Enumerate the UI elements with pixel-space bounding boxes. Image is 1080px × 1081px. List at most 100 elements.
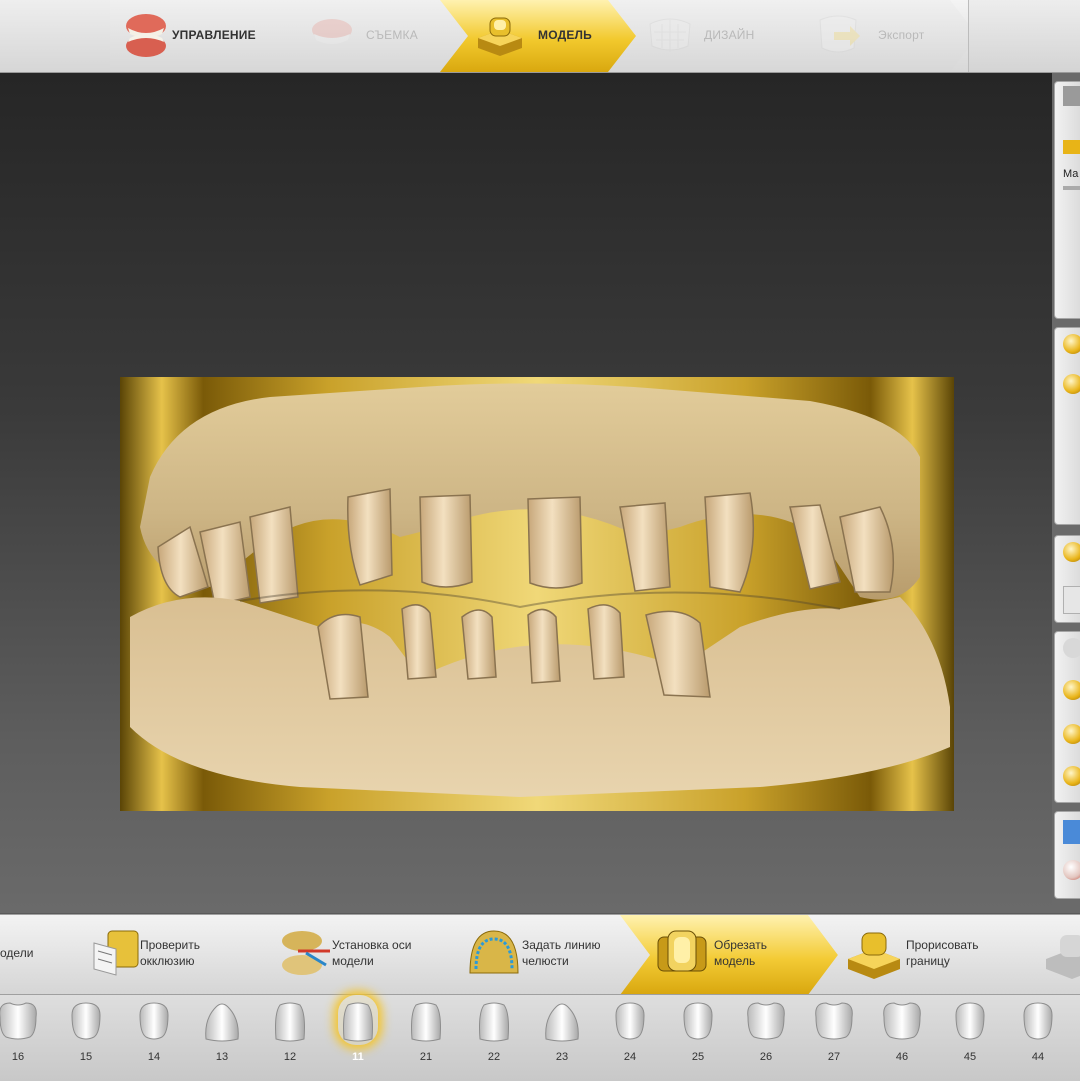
tool-jaw-line[interactable]: Задать линию челюсти: [430, 915, 652, 995]
tooth-icon: [479, 1002, 509, 1042]
tooth-selection-strip: 16 15 14 13 12 11 21 22 23 24 25 26 27 46 45 44: [0, 994, 1080, 1081]
tools-panel-4: [1054, 811, 1080, 899]
panel-label: Ма: [1063, 168, 1079, 180]
wrench-icon[interactable]: [1063, 334, 1080, 354]
cube-view-icon[interactable]: [1063, 86, 1080, 106]
check-occlusion-icon: [86, 925, 146, 983]
tools-panel-3: [1054, 631, 1080, 803]
tooth-number: 21: [419, 1051, 433, 1063]
tooth-icon: [883, 1002, 921, 1040]
slider-track[interactable]: [1063, 186, 1080, 190]
workflow-step-label: Экспорт: [878, 28, 925, 42]
jaw-line-icon: [464, 925, 524, 983]
workflow-bar: УПРАВЛЕНИЕ СЪЕМКА МОДЕЛЬ ДИЗАЙН Экспорт: [0, 0, 1080, 73]
tooth-icon: [815, 1002, 853, 1040]
tooth-21[interactable]: 21: [392, 995, 460, 1081]
tooth-number: 12: [283, 1051, 297, 1063]
workflow-step-label: СЪЕМКА: [366, 28, 418, 42]
tooth-27[interactable]: 27: [800, 995, 868, 1081]
tooth-25[interactable]: 25: [664, 995, 732, 1081]
model-axis-icon: [276, 925, 336, 983]
tooth-15[interactable]: 15: [52, 995, 120, 1081]
gold-tool-icon[interactable]: [1063, 680, 1080, 700]
tooth-number: 14: [147, 1051, 161, 1063]
tooth-23[interactable]: 23: [528, 995, 596, 1081]
tool-model-axis[interactable]: Установка оси модели: [240, 915, 460, 995]
tool-label: Задать линию челюсти: [522, 938, 601, 968]
option-button[interactable]: [1063, 586, 1080, 614]
workflow-step-export[interactable]: Экспорт: [778, 0, 978, 72]
3d-viewport[interactable]: [0, 73, 1052, 913]
workflow-step-management[interactable]: УПРАВЛЕНИЕ: [110, 0, 300, 72]
model-die-icon: [472, 8, 528, 62]
tool-draw-margin[interactable]: Прорисовать границу: [808, 915, 1038, 995]
tooth-26[interactable]: 26: [732, 995, 800, 1081]
tooth-16[interactable]: 16: [0, 995, 52, 1081]
tooth-icon: [747, 1002, 785, 1040]
workflow-bar-right-cap: [968, 0, 1080, 72]
tooth-number: 16: [11, 1051, 25, 1063]
tooth-number: 11: [352, 1051, 364, 1063]
workflow-step-scan[interactable]: СЪЕМКА: [270, 0, 470, 72]
tooth-46[interactable]: 46: [868, 995, 936, 1081]
tooth-number: 44: [1031, 1051, 1045, 1063]
model-next-icon: [1042, 925, 1080, 983]
gold-tool-icon[interactable]: [1063, 542, 1080, 562]
export-icon: [810, 8, 866, 62]
tool-bar: одели Проверить окклюзию Установка оси м…: [0, 914, 1080, 995]
tooth-12[interactable]: 12: [256, 995, 324, 1081]
tooth-number: 24: [623, 1051, 637, 1063]
tooth-number: 23: [555, 1051, 569, 1063]
dental-model-3d[interactable]: [120, 377, 954, 811]
tooth-14[interactable]: 14: [120, 995, 188, 1081]
tooth-icon: [275, 1002, 305, 1042]
tool-trim-model[interactable]: Обрезать модель: [620, 915, 838, 995]
tooth-13[interactable]: 13: [188, 995, 256, 1081]
tool-label: Установка оси модели: [332, 938, 412, 968]
tooth-24[interactable]: 24: [596, 995, 664, 1081]
tooth-icon: [545, 1003, 579, 1042]
tool-label: Обрезать модель: [714, 938, 767, 968]
blue-document-icon[interactable]: [1063, 820, 1080, 844]
gold-tool-icon[interactable]: [1063, 724, 1080, 744]
tools-panel: [1054, 327, 1080, 525]
tooth-number: 13: [215, 1051, 229, 1063]
right-tool-panel: Ма: [1052, 73, 1080, 913]
view-panel: Ма: [1054, 81, 1080, 319]
tooth-number: 22: [487, 1051, 501, 1063]
tooth-45[interactable]: 45: [936, 995, 1004, 1081]
accent-tab[interactable]: [1063, 140, 1080, 154]
tooth-number: 46: [895, 1051, 909, 1063]
workflow-step-label: УПРАВЛЕНИЕ: [172, 28, 256, 42]
tooth-number: 25: [691, 1051, 705, 1063]
tooth-number: 26: [759, 1051, 773, 1063]
denture-icon[interactable]: [1063, 860, 1080, 880]
tooth-icon: [0, 1002, 37, 1040]
tool-label: одели: [0, 946, 34, 960]
tooth-number: 27: [827, 1051, 841, 1063]
tool-label: Проверить окклюзию: [140, 938, 201, 968]
tooth-icon: [411, 1002, 441, 1042]
tool-check-occlusion[interactable]: Проверить окклюзию: [48, 915, 270, 995]
tooth-44[interactable]: 44: [1004, 995, 1072, 1081]
gold-tool-icon[interactable]: [1063, 374, 1080, 394]
tooth-22[interactable]: 22: [460, 995, 528, 1081]
tooth-icon: [343, 1002, 373, 1042]
tools-panel-2: [1054, 535, 1080, 623]
tooth-number: 45: [963, 1051, 977, 1063]
tooth-icon: [71, 1002, 101, 1040]
workflow-step-model[interactable]: МОДЕЛЬ: [440, 0, 638, 72]
draw-margin-icon: [844, 925, 904, 983]
workflow-step-design[interactable]: ДИЗАЙН: [608, 0, 808, 72]
tooth-11[interactable]: 11: [324, 995, 392, 1081]
tooth-icon: [955, 1002, 985, 1040]
workflow-step-label: ДИЗАЙН: [704, 28, 755, 42]
gold-tool-icon[interactable]: [1063, 766, 1080, 786]
workflow-bar-left-cap: [0, 0, 111, 72]
tool-label: Прорисовать границу: [906, 938, 979, 968]
tooth-icon: [139, 1002, 169, 1040]
denture-icon: [118, 8, 174, 62]
tool-icon[interactable]: [1063, 638, 1080, 658]
scan-jaw-icon: [304, 8, 360, 62]
tooth-icon: [615, 1002, 645, 1040]
